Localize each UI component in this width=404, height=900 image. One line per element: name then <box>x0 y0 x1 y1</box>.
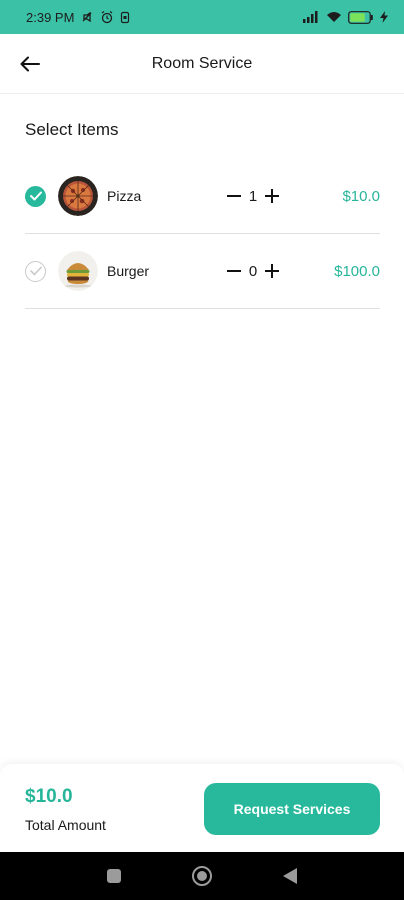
pizza-quantity: 1 <box>248 187 258 205</box>
home-nav-icon <box>192 866 212 886</box>
section-title: Select Items <box>25 120 119 139</box>
minus-icon <box>227 270 241 272</box>
burger-decrement-button[interactable] <box>224 261 244 281</box>
page-title: Room Service <box>151 54 253 72</box>
request-services-button[interactable]: Request Services <box>204 783 380 835</box>
list-item-burger: Burger 0 $100.0 <box>25 234 380 309</box>
plus-icon <box>265 264 279 278</box>
pizza-increment-button[interactable] <box>262 186 282 206</box>
item-name: Pizza <box>107 188 142 204</box>
sim-icon <box>120 11 130 24</box>
system-nav-bar <box>0 852 404 900</box>
checkout-footer: $10.0 Total Amount Request Services <box>0 764 404 852</box>
status-bar: 2:39 PM <box>0 0 404 34</box>
burger-price: $100.0 <box>334 262 380 280</box>
battery-icon <box>348 10 374 24</box>
check-icon <box>29 266 42 276</box>
status-time: 2:39 PM <box>26 9 75 25</box>
burger-image <box>58 251 98 291</box>
square-nav-icon <box>107 869 121 883</box>
total-label: Total Amount <box>25 817 106 833</box>
plus-icon <box>265 189 279 203</box>
signal-icon <box>302 11 320 23</box>
alarm-icon <box>100 10 114 24</box>
system-back-button[interactable] <box>278 864 302 888</box>
back-button[interactable] <box>18 52 42 76</box>
mute-icon <box>80 10 94 24</box>
burger-quantity: 0 <box>248 262 258 280</box>
pizza-checkbox[interactable] <box>25 185 46 207</box>
burger-increment-button[interactable] <box>262 261 282 281</box>
status-left: 2:39 PM <box>26 10 130 25</box>
total-amount: $10.0 <box>25 786 73 807</box>
pizza-price: $10.0 <box>342 187 380 205</box>
list-item-pizza: Pizza 1 $10.0 <box>25 159 380 234</box>
check-icon <box>29 191 42 201</box>
home-button[interactable] <box>190 864 214 888</box>
burger-checkbox[interactable] <box>25 260 46 282</box>
back-nav-icon <box>283 868 297 884</box>
app-header: Room Service <box>0 34 404 94</box>
charging-icon <box>380 11 388 23</box>
back-arrow-icon <box>20 56 40 72</box>
wifi-icon <box>326 11 342 23</box>
item-name: Burger <box>107 263 150 279</box>
recents-button[interactable] <box>102 864 126 888</box>
minus-icon <box>227 195 241 197</box>
pizza-decrement-button[interactable] <box>224 186 244 206</box>
pizza-image <box>58 176 98 216</box>
status-right <box>302 10 388 24</box>
pizza-quantity-stepper: 1 <box>224 186 282 206</box>
burger-quantity-stepper: 0 <box>224 261 282 281</box>
